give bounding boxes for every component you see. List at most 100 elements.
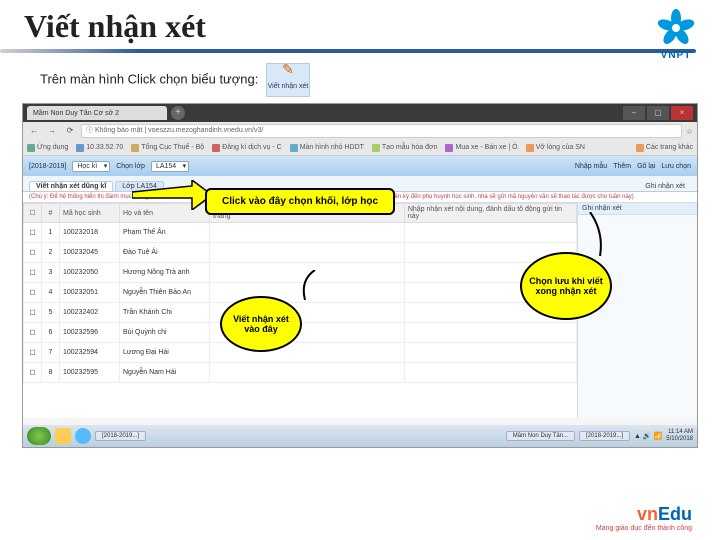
row-code: 100232594 — [60, 343, 120, 363]
browser-icon[interactable] — [75, 428, 91, 444]
row-name: Lương Đại Hải — [120, 343, 210, 363]
bookmark-item[interactable]: Mua xe - Bán xe | Ô — [445, 144, 517, 152]
sub-tab-write[interactable]: Viết nhận xét dũng kĩ — [29, 181, 113, 191]
callout-save: Chọn lưu khi viết xong nhận xét — [520, 252, 612, 320]
taskbar-item[interactable]: Mầm Non Duy Tân... — [506, 431, 575, 441]
bookmark-item[interactable]: 10.33.52.70 — [76, 144, 123, 152]
student-grid: ☐ # Mã học sinh Họ và tên Nhập nhận xét … — [23, 203, 577, 418]
callout-select-class: Click vào đây chọn khối, lớp học — [205, 188, 395, 215]
bookmarks-bar: Ứng dụng 10.33.52.70 Tổng Cục Thuế - Bộ … — [23, 140, 697, 156]
new-tab-button[interactable]: + — [171, 106, 185, 120]
rp-tab-label: Ghi nhận xét — [639, 182, 691, 191]
callout3-tail — [580, 212, 620, 256]
hocky-dropdown[interactable]: Học kì — [72, 161, 110, 172]
browser-tab[interactable]: Mầm Non Duy Tân Cơ sở 2 — [27, 106, 167, 120]
row-code: 100232045 — [60, 243, 120, 263]
nav-reload-icon[interactable]: ⟳ — [63, 124, 77, 138]
nav-back-icon[interactable]: ← — [27, 124, 41, 138]
row-code: 100232595 — [60, 363, 120, 383]
row-checkbox[interactable]: ☐ — [24, 223, 42, 243]
row-name: Nguyễn Thiên Bảo An — [120, 283, 210, 303]
row-index: 6 — [42, 323, 60, 343]
tool-them[interactable]: Thêm — [613, 163, 631, 170]
vnedu-edu: Edu — [658, 504, 692, 524]
row-name: Hương Nông Trà anh — [120, 263, 210, 283]
window-close-button[interactable]: × — [671, 106, 693, 120]
row-comment1[interactable] — [210, 243, 405, 263]
row-comment1[interactable] — [210, 223, 405, 243]
bookmark-item[interactable]: Các trang khác — [636, 144, 693, 152]
callout2-tail — [290, 270, 320, 300]
row-checkbox[interactable]: ☐ — [24, 363, 42, 383]
instruction-text: Trên màn hình Click chọn biểu tượng: — [40, 71, 258, 86]
explorer-icon[interactable] — [55, 428, 71, 444]
nav-forward-icon[interactable]: → — [45, 124, 59, 138]
browser-address-bar: ← → ⟳ ⓘ Không bảo mật | voeszzu.mezoghan… — [23, 122, 697, 140]
window-maximize-button[interactable]: ▢ — [647, 106, 669, 120]
tray-icons[interactable]: ▲ 🔊 📶 — [634, 432, 662, 440]
vnpt-flower-icon — [656, 8, 696, 48]
bookmark-item[interactable]: Màn hình nhỏ HDDT — [290, 144, 364, 152]
row-index: 4 — [42, 283, 60, 303]
bookmark-item[interactable]: Tạo mẫu hóa đơn — [372, 144, 438, 152]
tool-luuchon[interactable]: Lưu chọn — [661, 163, 691, 170]
row-index: 1 — [42, 223, 60, 243]
start-button[interactable] — [27, 427, 51, 445]
chonlop-label: Chọn lớp — [116, 163, 145, 170]
row-checkbox[interactable]: ☐ — [24, 303, 42, 323]
browser-tabstrip: Mầm Non Duy Tân Cơ sở 2 + – ▢ × — [23, 104, 697, 122]
row-index: 7 — [42, 343, 60, 363]
row-name: Đào Tuệ Ái — [120, 243, 210, 263]
col-comment2: Nhập nhận xét nội dung, đánh dấu tô động… — [404, 204, 576, 223]
col-index: # — [42, 204, 60, 223]
row-index: 5 — [42, 303, 60, 323]
bookmark-item[interactable]: Vỡ lòng của SN — [526, 144, 585, 152]
table-row[interactable]: ☐ 2 100232045 Đào Tuệ Ái — [24, 243, 577, 263]
row-checkbox[interactable]: ☐ — [24, 283, 42, 303]
bookmark-star-icon[interactable]: ☆ — [686, 127, 693, 136]
vnpt-logo: VNPT — [646, 8, 706, 61]
bookmark-item[interactable]: Tổng Cục Thuế - Bộ — [131, 144, 204, 152]
row-code: 100232051 — [60, 283, 120, 303]
windows-taskbar: [2018-2019...] Mầm Non Duy Tân... [2018-… — [23, 425, 697, 447]
tool-golai[interactable]: Gõ lại — [637, 163, 655, 170]
row-checkbox[interactable]: ☐ — [24, 323, 42, 343]
row-comment1[interactable] — [210, 363, 405, 383]
row-code: 100232018 — [60, 223, 120, 243]
row-comment2[interactable] — [404, 343, 576, 363]
bookmark-item[interactable]: Đăng kí dịch vụ - C — [212, 144, 282, 152]
arrow-to-dropdown — [132, 180, 212, 210]
col-checkbox[interactable]: ☐ — [24, 204, 42, 223]
row-code: 100232402 — [60, 303, 120, 323]
callout-write-here: Viết nhận xét vào đây — [220, 296, 302, 352]
row-checkbox[interactable]: ☐ — [24, 343, 42, 363]
row-name: Nguyễn Nam Hải — [120, 363, 210, 383]
table-row[interactable]: ☐ 8 100232595 Nguyễn Nam Hải — [24, 363, 577, 383]
row-index: 3 — [42, 263, 60, 283]
vnedu-vn: vn — [637, 504, 658, 524]
year-label: [2018-2019] — [29, 163, 66, 170]
row-checkbox[interactable]: ☐ — [24, 263, 42, 283]
row-index: 2 — [42, 243, 60, 263]
url-field[interactable]: ⓘ Không bảo mật | voeszzu.mezoghandinh.v… — [81, 124, 682, 138]
table-row[interactable]: ☐ 7 100232594 Lương Đại Hải — [24, 343, 577, 363]
vnedu-tagline: Mang giáo dục đến thành công — [596, 525, 692, 532]
row-name: Bùi Quỳnh chi — [120, 323, 210, 343]
row-comment2[interactable] — [404, 223, 576, 243]
row-comment2[interactable] — [404, 323, 576, 343]
write-comment-icon: Viết nhận xét — [266, 63, 310, 97]
taskbar-item[interactable]: [2018-2019...] — [95, 431, 146, 441]
row-code: 100232050 — [60, 263, 120, 283]
taskbar-clock[interactable]: 11:14 AM5/10/2018 — [666, 429, 693, 443]
row-comment2[interactable] — [404, 363, 576, 383]
window-minimize-button[interactable]: – — [623, 106, 645, 120]
app-toolbar: [2018-2019] Học kì Chọn lớp LA154 Nhập m… — [23, 156, 697, 176]
taskbar-item[interactable]: [2018-2019...] — [579, 431, 630, 441]
instruction-line: Trên màn hình Click chọn biểu tượng: Viế… — [0, 53, 720, 103]
slide-title: Viết nhận xét — [0, 0, 720, 49]
bookmark-item[interactable]: Ứng dụng — [27, 144, 68, 152]
table-row[interactable]: ☐ 1 100232018 Phạm Thế Ân — [24, 223, 577, 243]
row-checkbox[interactable]: ☐ — [24, 243, 42, 263]
tool-nhapmau[interactable]: Nhập mẫu — [575, 163, 607, 170]
class-dropdown[interactable]: LA154 — [151, 161, 189, 172]
